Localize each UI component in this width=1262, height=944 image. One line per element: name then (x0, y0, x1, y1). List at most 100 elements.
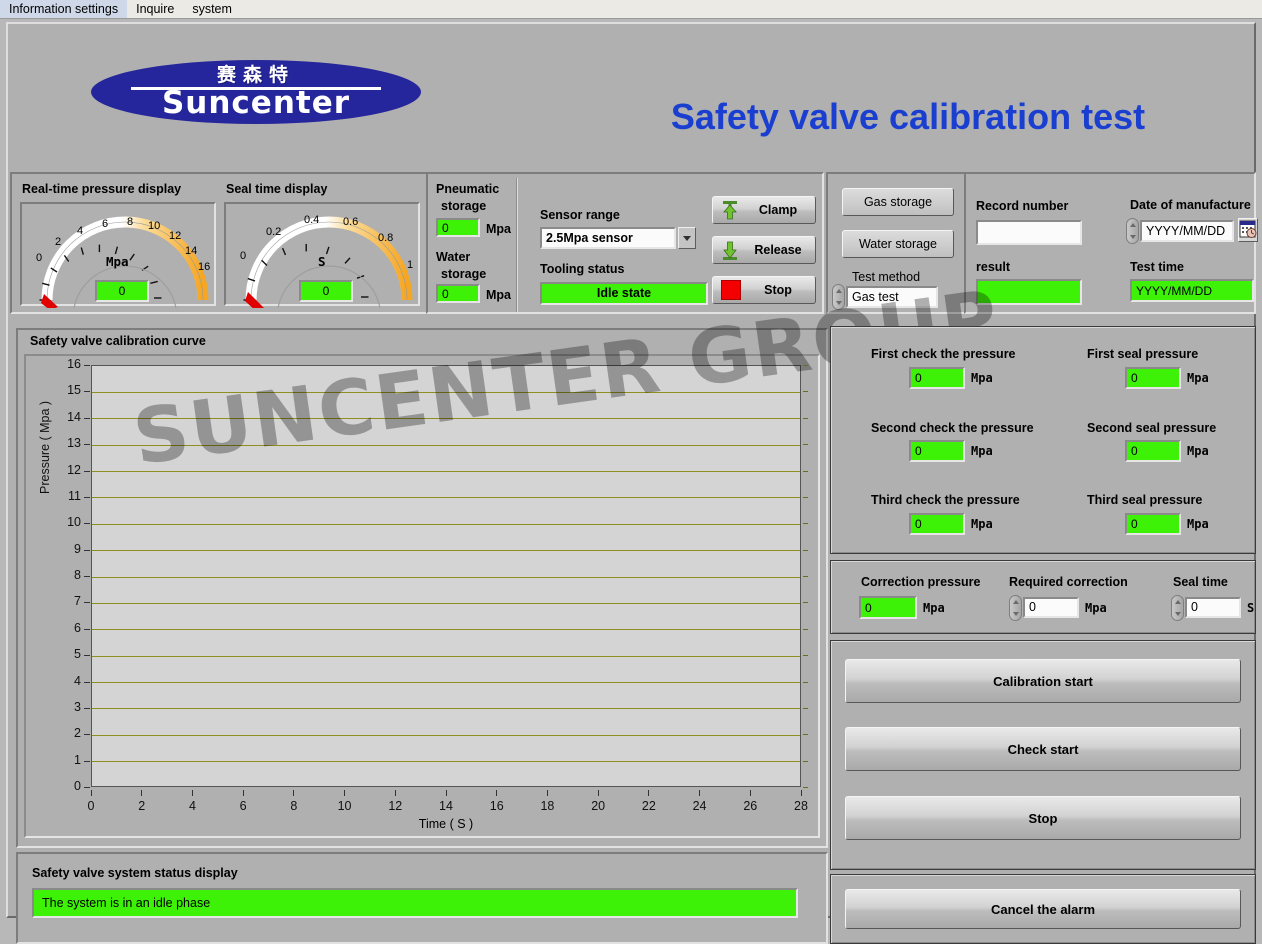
record-number-input[interactable] (976, 220, 1082, 245)
menu-item-information-settings[interactable]: Information settings (0, 0, 128, 18)
tooling-status-label: Tooling status (540, 262, 625, 276)
chart-x-tick-mark (395, 790, 396, 796)
chart-plot-area[interactable] (91, 365, 801, 787)
chart-right-tick-mark (803, 707, 808, 709)
chart-gridline (92, 603, 800, 604)
cancel-alarm-button[interactable]: Cancel the alarm (845, 889, 1241, 929)
chart-y-tick-label: 10 (67, 515, 81, 530)
chart-gridline (92, 445, 800, 446)
third-seal-pressure-label: Third seal pressure (1087, 493, 1203, 507)
chart-gridline (92, 708, 800, 709)
chart-gridline (92, 735, 800, 736)
seal-gauge-label: Seal time display (226, 182, 328, 196)
chart-y-tick-mark (84, 417, 90, 419)
pressure-tick-12: 12 (169, 230, 182, 242)
third-seal-pressure-value: 0 (1125, 513, 1181, 535)
seal-tick-06: 0.6 (343, 216, 359, 228)
pneumatic-storage-unit: Mpa (486, 222, 511, 236)
pressures-group: First check the pressure 0 Mpa Second ch… (830, 326, 1256, 554)
water-storage-label-line2: storage (441, 267, 487, 281)
chart-x-tick-label: 20 (591, 799, 606, 813)
seal-gauge-value: 0 (299, 280, 353, 302)
record-number-label: Record number (976, 199, 1069, 213)
chart-x-tick-mark (598, 790, 599, 796)
stop-square-icon (721, 280, 741, 300)
chart-right-tick-mark (803, 523, 808, 525)
chart-x-tick-mark (750, 790, 751, 796)
chart-y-tick-label: 7 (74, 594, 81, 609)
water-storage-button[interactable]: Water storage (842, 230, 954, 258)
stop-button[interactable]: Stop (845, 796, 1241, 840)
chart-x-tick-label: 22 (641, 799, 656, 813)
chart-y-tick-mark (84, 576, 90, 577)
date-of-manufacture-label: Date of manufacture (1130, 198, 1251, 212)
stop-button-top[interactable]: Stop (712, 276, 816, 304)
chart-x-tick-label: 10 (337, 799, 352, 813)
chart-right-tick-mark (803, 549, 808, 551)
calibration-start-button[interactable]: Calibration start (845, 659, 1241, 703)
release-button[interactable]: Release (712, 236, 816, 264)
water-storage-label-line1: Water (436, 250, 471, 264)
chart-y-tick-mark (84, 365, 90, 366)
calendar-icon[interactable] (1238, 218, 1258, 242)
gas-storage-button[interactable]: Gas storage (842, 188, 954, 216)
check-start-button[interactable]: Check start (845, 727, 1241, 771)
third-check-pressure-value: 0 (909, 513, 965, 535)
chart-y-tick-label: 4 (74, 673, 81, 688)
chart-gridline (92, 577, 800, 578)
chart-right-tick-mark (803, 787, 808, 788)
seal-tick-02: 0.2 (266, 226, 282, 238)
required-correction-label: Required correction (1009, 575, 1128, 589)
correction-pressure-label: Correction pressure (861, 575, 981, 589)
date-spinner[interactable] (1126, 218, 1139, 244)
result-value (976, 279, 1082, 305)
test-method-spinner[interactable] (832, 284, 845, 310)
result-label: result (976, 260, 1011, 274)
seal-time-input[interactable]: 0 (1185, 597, 1241, 618)
first-check-pressure-value: 0 (909, 367, 965, 389)
chart-gridline (92, 629, 800, 630)
chart-x-tick-mark (801, 790, 802, 796)
chart-x-tick-label: 12 (388, 799, 403, 813)
clamp-button[interactable]: Clamp (712, 196, 816, 224)
date-of-manufacture-input[interactable]: YYYY/MM/DD (1140, 220, 1234, 242)
menu-item-inquire[interactable]: Inquire (127, 0, 183, 18)
status-display-message: The system is in an idle phase (32, 888, 798, 918)
pneumatic-storage-label-line2: storage (441, 199, 487, 213)
sensor-range-input[interactable]: 2.5Mpa sensor (540, 227, 676, 249)
chart-y-tick-mark (84, 681, 90, 683)
seal-time-spinner[interactable] (1171, 595, 1184, 621)
chart-right-tick-mark (803, 655, 808, 657)
pressure-tick-6: 6 (102, 218, 109, 230)
chart-x-tick-label: 2 (138, 799, 146, 813)
required-correction-spinner[interactable] (1009, 595, 1022, 621)
pressure-tick-14: 14 (185, 245, 198, 257)
chart-y-tick-mark (84, 496, 90, 498)
chart-y-tick-label: 6 (74, 620, 81, 635)
status-group: Safety valve system status display The s… (16, 852, 828, 944)
chart-right-tick-mark (803, 444, 808, 446)
page-title: Safety valve calibration test (670, 96, 1146, 137)
chart-gridline (92, 550, 800, 551)
chart-x-tick-label: 4 (188, 799, 196, 813)
chart-x-tick-mark (192, 790, 193, 796)
chart-y-tick-mark (84, 760, 90, 762)
clamp-label: Clamp (758, 203, 798, 217)
second-seal-pressure-value: 0 (1125, 440, 1181, 462)
seal-tick-08: 0.8 (378, 232, 394, 244)
chart-gridline (92, 682, 800, 683)
chart-right-tick-mark (803, 576, 808, 577)
chevron-down-icon[interactable] (678, 227, 696, 249)
pressure-gauge: 0 2 4 6 8 10 12 14 16 Mpa 0 (20, 202, 216, 308)
sensor-range-label: Sensor range (540, 208, 620, 222)
chart-right-tick-mark (803, 760, 808, 762)
chart-right-tick-mark (803, 470, 808, 472)
first-check-pressure-unit: Mpa (971, 371, 993, 385)
required-correction-input[interactable]: 0 (1023, 597, 1079, 618)
test-method-value[interactable]: Gas test (846, 286, 938, 308)
suncenter-logo: 赛森特 Suncenter (91, 60, 421, 124)
chart-y-tick-label: 5 (74, 647, 81, 662)
pressure-tick-8: 8 (127, 216, 134, 228)
menu-item-system[interactable]: system (183, 0, 241, 18)
chart-y-tick-label: 12 (67, 462, 81, 477)
